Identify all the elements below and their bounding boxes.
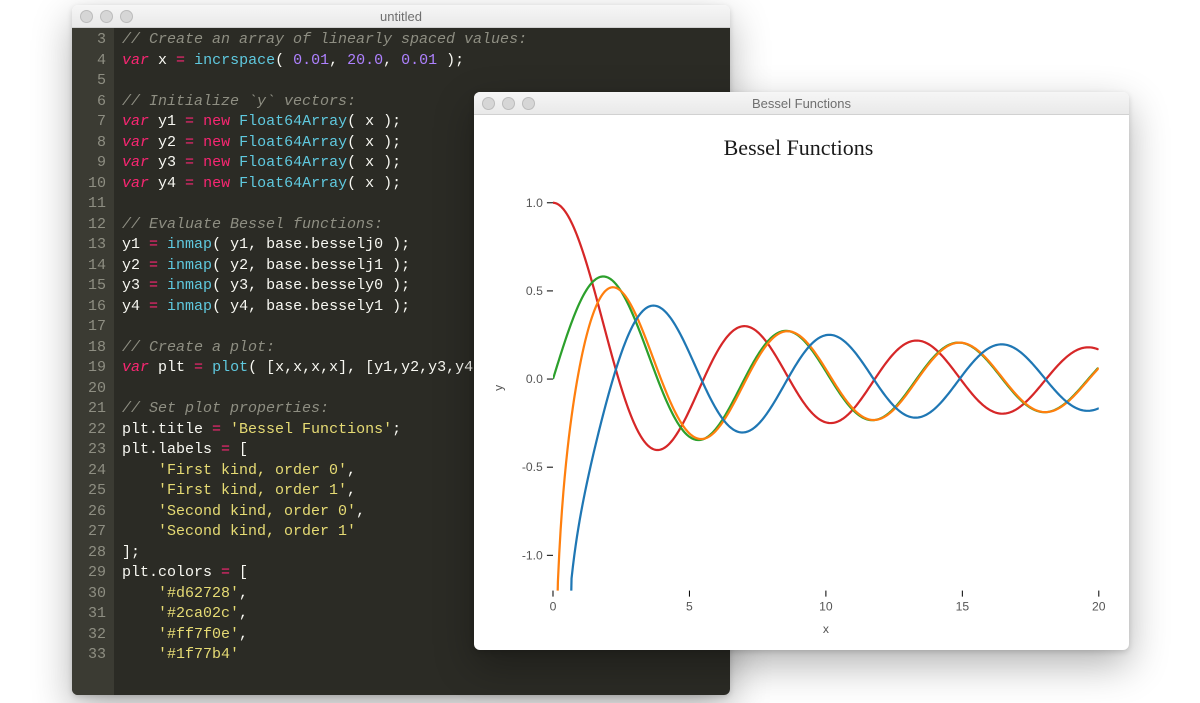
series-bessely1 bbox=[555, 306, 1098, 641]
editor-titlebar[interactable]: untitled bbox=[72, 5, 730, 28]
series-besselj1 bbox=[553, 276, 1097, 440]
close-icon[interactable] bbox=[80, 10, 93, 23]
code-line: // Initialize `y` vectors: bbox=[122, 92, 527, 113]
y-tick-label: 1.0 bbox=[526, 196, 543, 210]
x-tick-label: 15 bbox=[956, 600, 970, 614]
minimize-icon[interactable] bbox=[100, 10, 113, 23]
x-tick-label: 20 bbox=[1092, 600, 1106, 614]
code-line: ]; bbox=[122, 543, 527, 564]
code-line: // Create a plot: bbox=[122, 338, 527, 359]
code-line: 'First kind, order 1', bbox=[122, 481, 527, 502]
code-line bbox=[122, 71, 527, 92]
plot-titlebar[interactable]: Bessel Functions bbox=[474, 92, 1129, 115]
code-content[interactable]: // Create an array of linearly spaced va… bbox=[114, 28, 535, 695]
code-line: plt.title = 'Bessel Functions'; bbox=[122, 420, 527, 441]
x-tick-label: 0 bbox=[550, 600, 557, 614]
editor-window-title: untitled bbox=[72, 9, 730, 24]
plot-area: -1.0 -0.5 0.0 0.5 1.0 0 5 10 15 20 x y bbox=[484, 167, 1113, 641]
code-line: var plt = plot( [x,x,x,x], [y1,y2,y3,y4]… bbox=[122, 358, 527, 379]
code-line: // Create an array of linearly spaced va… bbox=[122, 30, 527, 51]
code-line: y1 = inmap( y1, base.besselj0 ); bbox=[122, 235, 527, 256]
code-line: 'Second kind, order 0', bbox=[122, 502, 527, 523]
line-number-gutter: 3 4 5 6 7 8 9 10 11 12 13 14 15 16 17 18… bbox=[72, 28, 114, 695]
y-tick-label: 0.0 bbox=[526, 372, 543, 386]
code-line bbox=[122, 379, 527, 400]
close-icon[interactable] bbox=[482, 97, 495, 110]
code-line: plt.colors = [ bbox=[122, 563, 527, 584]
code-line: '#d62728', bbox=[122, 584, 527, 605]
code-line: y3 = inmap( y3, base.bessely0 ); bbox=[122, 276, 527, 297]
zoom-icon[interactable] bbox=[522, 97, 535, 110]
series-bessely0 bbox=[555, 287, 1098, 641]
y-axis-label: y bbox=[491, 384, 505, 391]
minimize-icon[interactable] bbox=[502, 97, 515, 110]
y-tick-label: 0.5 bbox=[526, 284, 543, 298]
code-line: y2 = inmap( y2, base.besselj1 ); bbox=[122, 256, 527, 277]
code-line: plt.labels = [ bbox=[122, 440, 527, 461]
code-line bbox=[122, 317, 527, 338]
series-besselj0 bbox=[553, 203, 1097, 450]
code-line: // Evaluate Bessel functions: bbox=[122, 215, 527, 236]
code-line: // Set plot properties: bbox=[122, 399, 527, 420]
code-line: '#2ca02c', bbox=[122, 604, 527, 625]
x-tick-label: 5 bbox=[686, 600, 693, 614]
code-line: '#ff7f0e', bbox=[122, 625, 527, 646]
plot-window: Bessel Functions Bessel Functions -1.0 -0… bbox=[474, 92, 1129, 650]
x-tick-label: 10 bbox=[819, 600, 833, 614]
code-line: '#1f77b4' bbox=[122, 645, 527, 666]
code-line bbox=[122, 194, 527, 215]
code-line: var y3 = new Float64Array( x ); bbox=[122, 153, 527, 174]
zoom-icon[interactable] bbox=[120, 10, 133, 23]
code-line: 'Second kind, order 1' bbox=[122, 522, 527, 543]
y-tick-label: -1.0 bbox=[522, 548, 543, 562]
x-axis-label: x bbox=[823, 622, 829, 636]
y-tick-label: -0.5 bbox=[522, 460, 543, 474]
code-line: var y2 = new Float64Array( x ); bbox=[122, 133, 527, 154]
plot-title: Bessel Functions bbox=[484, 135, 1113, 161]
code-line: var y4 = new Float64Array( x ); bbox=[122, 174, 527, 195]
code-line: var y1 = new Float64Array( x ); bbox=[122, 112, 527, 133]
code-line: var x = incrspace( 0.01, 20.0, 0.01 ); bbox=[122, 51, 527, 72]
code-line: y4 = inmap( y4, base.bessely1 ); bbox=[122, 297, 527, 318]
plot-window-title: Bessel Functions bbox=[474, 96, 1129, 111]
code-line: 'First kind, order 0', bbox=[122, 461, 527, 482]
